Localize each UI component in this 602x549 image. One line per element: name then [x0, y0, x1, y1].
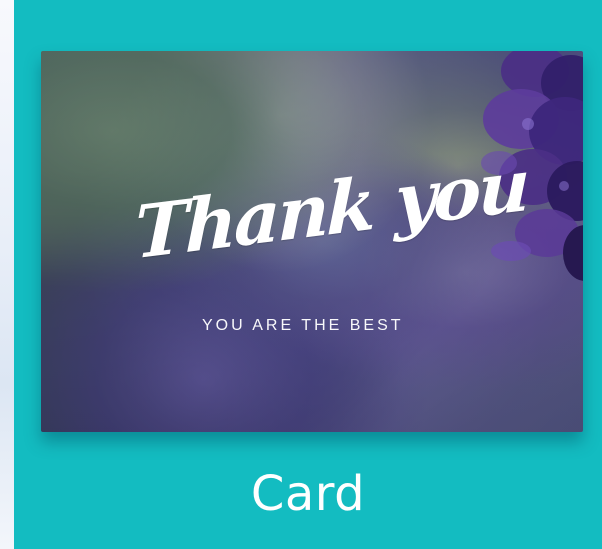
tile-label: Card	[250, 466, 366, 522]
thank-you-card-preview[interactable]: Thank you YOU ARE THE BEST	[41, 51, 583, 432]
card-subtitle: YOU ARE THE BEST	[202, 317, 404, 334]
left-background-strip	[0, 0, 14, 549]
card-template-tile[interactable]: Thank you YOU ARE THE BEST Card	[14, 0, 602, 549]
card-title: Thank you	[134, 141, 528, 276]
